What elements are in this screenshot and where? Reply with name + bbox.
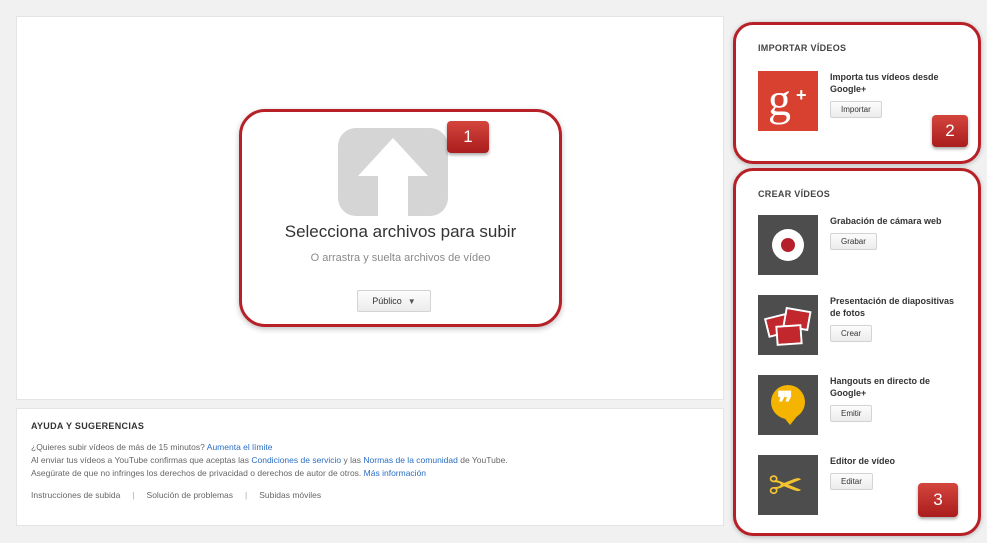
import-button[interactable]: Importar [830, 101, 882, 118]
google-plus-plus-glyph: + [796, 85, 807, 105]
create-button[interactable]: Crear [830, 325, 873, 342]
import-label: Importa tus vídeos desde Google+ [830, 72, 939, 94]
hangouts-tool: ❞ Hangouts en directo de Google+ Emitir [758, 375, 960, 435]
edit-button[interactable]: Editar [830, 473, 873, 490]
upload-panel: Selecciona archivos para subir O arrastr… [16, 16, 724, 400]
more-info-link[interactable]: Más información [364, 468, 426, 478]
photo-slideshow-icon[interactable] [758, 295, 818, 355]
help-rights-text: Asegúrate de que no infringes los derech… [31, 468, 362, 478]
upload-subtitle: O arrastra y suelta archivos de vídeo [310, 252, 491, 264]
separator: | [132, 490, 135, 500]
chevron-down-icon: ▼ [407, 296, 416, 306]
increase-limit-link[interactable]: Aumenta el límite [207, 442, 273, 452]
help-panel: AYUDA Y SUGERENCIAS ¿Quieres subir vídeo… [16, 408, 724, 526]
step-badge-1: 1 [447, 121, 489, 153]
video-editor-label: Editor de vídeo [830, 456, 896, 466]
slideshow-label: Presentación de diapositivas de fotos [830, 296, 955, 318]
record-button[interactable]: Grabar [830, 233, 877, 250]
upload-instructions-link[interactable]: Instrucciones de subida [31, 490, 120, 500]
google-plus-icon[interactable]: g + [758, 71, 818, 131]
community-guidelines-link[interactable]: Normas de la comunidad [363, 455, 458, 465]
terms-of-service-link[interactable]: Condiciones de servicio [251, 455, 341, 465]
scissors-icon[interactable]: ✂ [758, 455, 818, 515]
hangouts-label: Hangouts en directo de Google+ [830, 376, 931, 398]
privacy-value: Público [372, 296, 402, 306]
create-heading: CREAR VÍDEOS [758, 189, 831, 199]
help-terms-suffix: de YouTube. [460, 455, 508, 465]
webcam-label: Grabación de cámara web [830, 216, 942, 226]
mobile-uploads-link[interactable]: Subidas móviles [259, 490, 321, 500]
hangouts-quote-glyph: ❞ [777, 387, 794, 420]
import-google-plus-tool: g + Importa tus vídeos desde Google+ Imp… [758, 71, 960, 131]
help-limit-text: ¿Quieres subir vídeos de más de 15 minut… [31, 442, 205, 452]
create-videos-box: CREAR VÍDEOS Grabación de cámara web Gra… [733, 168, 981, 536]
help-terms-prefix: Al enviar tus vídeos a YouTube confirmas… [31, 455, 249, 465]
import-heading: IMPORTAR VÍDEOS [758, 43, 847, 53]
troubleshooting-link[interactable]: Solución de problemas [147, 490, 233, 500]
step-badge-2: 2 [932, 115, 968, 147]
webcam-tool: Grabación de cámara web Grabar [758, 215, 960, 275]
hangouts-icon[interactable]: ❞ [758, 375, 818, 435]
google-plus-g-glyph: g [768, 74, 791, 125]
help-line-rights: Asegúrate de que no infringes los derech… [31, 467, 709, 480]
help-terms-mid: y las [343, 455, 361, 465]
help-line-limit: ¿Quieres subir vídeos de más de 15 minut… [31, 441, 709, 454]
privacy-dropdown[interactable]: Público ▼ [357, 290, 431, 312]
help-line-terms: Al enviar tus vídeos a YouTube confirmas… [31, 454, 709, 467]
help-footer-links: Instrucciones de subida | Solución de pr… [31, 490, 709, 500]
upload-arrow-icon[interactable] [338, 128, 448, 216]
upload-title: Selecciona archivos para subir [284, 222, 517, 241]
scissors-glyph: ✂ [768, 462, 804, 509]
broadcast-button[interactable]: Emitir [830, 405, 873, 422]
upload-dropzone[interactable]: Selecciona archivos para subir O arrastr… [239, 109, 562, 327]
webcam-record-icon[interactable] [758, 215, 818, 275]
step-badge-3: 3 [918, 483, 958, 517]
separator: | [245, 490, 248, 500]
slideshow-tool: Presentación de diapositivas de fotos Cr… [758, 295, 960, 355]
import-videos-box: IMPORTAR VÍDEOS g + Importa tus vídeos d… [733, 22, 981, 164]
help-title: AYUDA Y SUGERENCIAS [31, 421, 145, 431]
